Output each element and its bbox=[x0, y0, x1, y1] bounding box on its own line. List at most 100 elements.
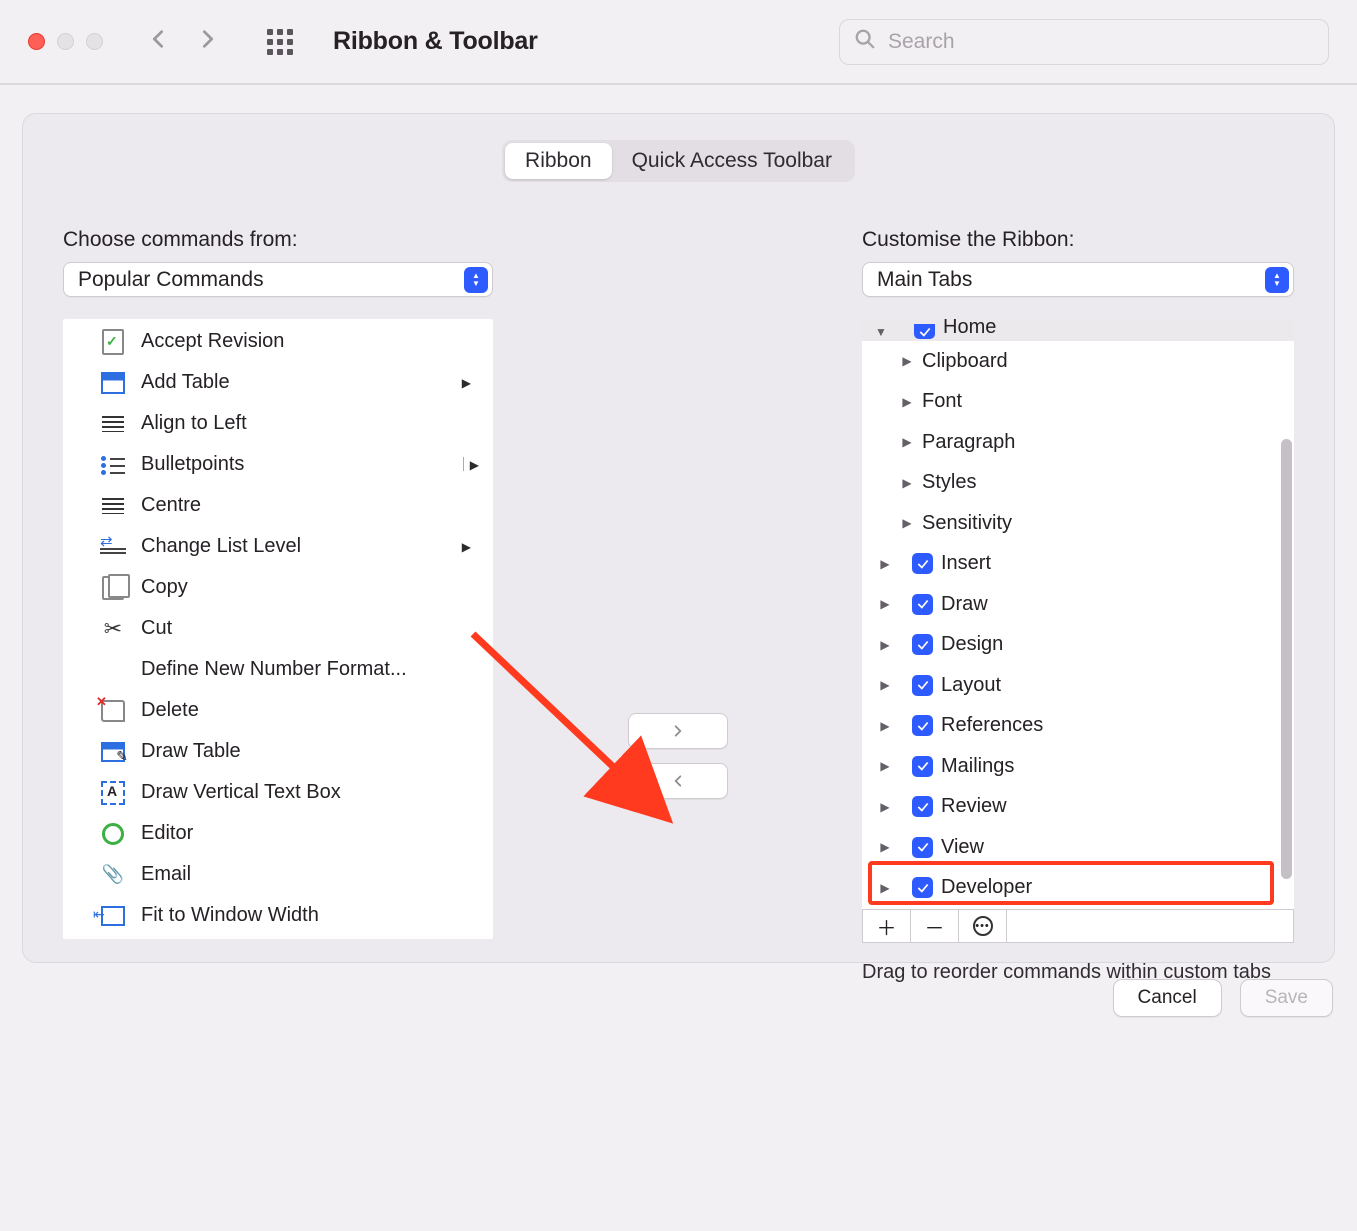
back-button[interactable] bbox=[147, 25, 169, 58]
tree-node-label: Mailings bbox=[941, 755, 1014, 778]
tree-node-references[interactable]: References bbox=[862, 706, 1294, 747]
disclosure-right-icon[interactable] bbox=[878, 557, 892, 571]
forward-button[interactable] bbox=[197, 25, 219, 58]
tab-quick-access-toolbar[interactable]: Quick Access Toolbar bbox=[612, 143, 852, 179]
command-fit-to-window-width[interactable]: Fit to Window Width bbox=[63, 895, 493, 936]
checkbox-checked-icon[interactable] bbox=[912, 756, 933, 777]
disclosure-right-icon[interactable] bbox=[900, 395, 914, 409]
disclosure-right-icon[interactable] bbox=[878, 597, 892, 611]
tree-node-sensitivity[interactable]: Sensitivity bbox=[862, 503, 1294, 544]
tree-node-styles[interactable]: Styles bbox=[862, 463, 1294, 504]
checkbox-checked-icon[interactable] bbox=[914, 324, 935, 339]
command-label: Align to Left bbox=[141, 412, 247, 435]
fit-width-icon bbox=[99, 902, 127, 930]
choose-commands-dropdown[interactable]: Popular Commands bbox=[63, 262, 493, 297]
command-label: Fit to Window Width bbox=[141, 904, 319, 927]
disclosure-right-icon[interactable] bbox=[878, 800, 892, 814]
command-label: Change List Level bbox=[141, 535, 301, 558]
tree-node-label: Insert bbox=[941, 552, 991, 575]
command-draw-vertical-text-box[interactable]: Draw Vertical Text Box bbox=[63, 772, 493, 813]
command-email[interactable]: Email bbox=[63, 854, 493, 895]
checkbox-checked-icon[interactable] bbox=[912, 553, 933, 574]
command-delete[interactable]: Delete bbox=[63, 690, 493, 731]
add-to-ribbon-button[interactable] bbox=[628, 713, 728, 749]
blank-icon bbox=[99, 656, 127, 684]
disclosure-right-icon[interactable] bbox=[900, 354, 914, 368]
tab-ribbon[interactable]: Ribbon bbox=[505, 143, 612, 179]
command-bulletpoints[interactable]: Bulletpoints ▶ bbox=[63, 444, 493, 485]
disclosure-right-icon[interactable] bbox=[878, 840, 892, 854]
customise-ribbon-dropdown[interactable]: Main Tabs bbox=[862, 262, 1294, 297]
tree-node-insert[interactable]: Insert bbox=[862, 544, 1294, 585]
tree-node-paragraph[interactable]: Paragraph bbox=[862, 422, 1294, 463]
command-align-left[interactable]: Align to Left bbox=[63, 403, 493, 444]
search-input[interactable] bbox=[886, 29, 1314, 55]
minimize-window-button[interactable] bbox=[57, 33, 74, 50]
checkbox-checked-icon[interactable] bbox=[912, 634, 933, 655]
disclosure-right-icon[interactable] bbox=[878, 719, 892, 733]
checkbox-checked-icon[interactable] bbox=[912, 675, 933, 696]
editor-icon bbox=[99, 820, 127, 848]
tree-node-view[interactable]: View bbox=[862, 827, 1294, 868]
command-define-number-format[interactable]: Define New Number Format... bbox=[63, 649, 493, 690]
checkbox-checked-icon[interactable] bbox=[912, 796, 933, 817]
command-cut[interactable]: Cut bbox=[63, 608, 493, 649]
command-draw-table[interactable]: Draw Table bbox=[63, 731, 493, 772]
tab-options-button[interactable]: ••• bbox=[959, 910, 1007, 942]
submenu-indicator-icon: ▶ bbox=[462, 540, 471, 554]
tree-node-home[interactable]: Home bbox=[862, 319, 1294, 341]
disclosure-right-icon[interactable] bbox=[900, 476, 914, 490]
disclosure-down-icon[interactable] bbox=[874, 325, 888, 339]
search-icon bbox=[854, 28, 876, 55]
disclosure-right-icon[interactable] bbox=[878, 759, 892, 773]
command-label: Editor bbox=[141, 822, 193, 845]
align-left-icon bbox=[99, 410, 127, 438]
commands-listbox[interactable]: Accept Revision Add Table ▶ Align to Lef… bbox=[63, 319, 493, 939]
add-tab-button[interactable]: ＋ bbox=[863, 910, 911, 942]
command-change-list-level[interactable]: Change List Level ▶ bbox=[63, 526, 493, 567]
checkbox-checked-icon[interactable] bbox=[912, 877, 933, 898]
command-add-table[interactable]: Add Table ▶ bbox=[63, 362, 493, 403]
search-field[interactable] bbox=[839, 19, 1329, 65]
ribbon-tabs-tree[interactable]: Home Clipboard Font Paragraph Styles Sen… bbox=[862, 319, 1294, 909]
disclosure-right-icon[interactable] bbox=[878, 678, 892, 692]
command-accept-revision[interactable]: Accept Revision bbox=[63, 321, 493, 362]
remove-tab-button[interactable]: － bbox=[911, 910, 959, 942]
customise-ribbon-heading: Customise the Ribbon: bbox=[862, 228, 1294, 252]
tree-node-label: Styles bbox=[922, 471, 976, 494]
window-title: Ribbon & Toolbar bbox=[333, 27, 538, 56]
main-tabs-segmented: Ribbon Quick Access Toolbar bbox=[502, 140, 855, 182]
cancel-button[interactable]: Cancel bbox=[1113, 979, 1222, 1017]
tree-node-clipboard[interactable]: Clipboard bbox=[862, 341, 1294, 382]
drag-hint-text: Drag to reorder commands within custom t… bbox=[862, 961, 1294, 984]
checkbox-checked-icon[interactable] bbox=[912, 594, 933, 615]
tree-node-review[interactable]: Review bbox=[862, 787, 1294, 828]
command-centre[interactable]: Centre bbox=[63, 485, 493, 526]
choose-commands-heading: Choose commands from: bbox=[63, 228, 493, 252]
command-editor[interactable]: Editor bbox=[63, 813, 493, 854]
remove-from-ribbon-button[interactable] bbox=[628, 763, 728, 799]
tree-node-design[interactable]: Design bbox=[862, 625, 1294, 666]
disclosure-right-icon[interactable] bbox=[878, 638, 892, 652]
traffic-lights bbox=[28, 33, 103, 50]
disclosure-right-icon[interactable] bbox=[878, 881, 892, 895]
tree-node-label: Layout bbox=[941, 674, 1001, 697]
tree-node-developer[interactable]: Developer bbox=[862, 868, 1294, 909]
apps-grid-icon[interactable] bbox=[267, 29, 293, 55]
scrollbar-thumb[interactable] bbox=[1281, 439, 1292, 879]
tree-node-font[interactable]: Font bbox=[862, 382, 1294, 423]
command-copy[interactable]: Copy bbox=[63, 567, 493, 608]
disclosure-right-icon[interactable] bbox=[900, 435, 914, 449]
checkbox-checked-icon[interactable] bbox=[912, 837, 933, 858]
tree-node-layout[interactable]: Layout bbox=[862, 665, 1294, 706]
checkbox-checked-icon[interactable] bbox=[912, 715, 933, 736]
tree-node-draw[interactable]: Draw bbox=[862, 584, 1294, 625]
save-button[interactable]: Save bbox=[1240, 979, 1333, 1017]
close-window-button[interactable] bbox=[28, 33, 45, 50]
vertical-text-box-icon bbox=[99, 779, 127, 807]
tree-node-mailings[interactable]: Mailings bbox=[862, 746, 1294, 787]
bullets-icon bbox=[99, 451, 127, 479]
disclosure-right-icon[interactable] bbox=[900, 516, 914, 530]
tree-node-label: Draw bbox=[941, 593, 988, 616]
zoom-window-button[interactable] bbox=[86, 33, 103, 50]
